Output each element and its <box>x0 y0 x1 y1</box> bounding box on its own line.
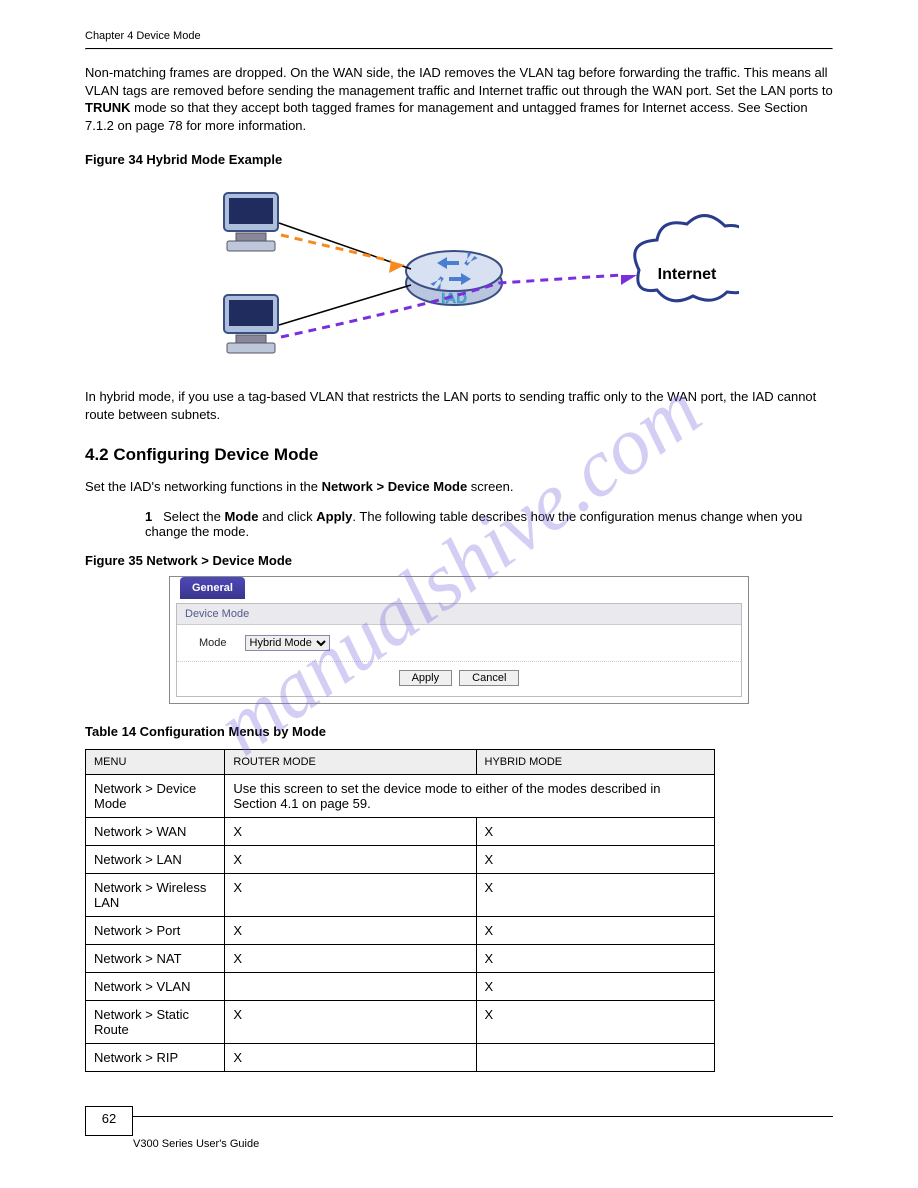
cell-menu: Network > Port <box>86 916 225 944</box>
tab-row: General <box>170 577 748 603</box>
section-4-2-heading: 4.2 Configuring Device Mode <box>85 445 833 465</box>
step-1-bold-apply: Apply <box>316 509 352 524</box>
cell-menu: Network > LAN <box>86 845 225 873</box>
th-menu: MENU <box>86 749 225 774</box>
cell-router: X <box>225 845 476 873</box>
intro-text-c: for more information. <box>183 118 307 133</box>
figure-34-caption: Figure 34 Hybrid Mode Example <box>85 152 833 167</box>
table-row: Network > Port X X <box>86 916 715 944</box>
section-intro-b: screen. <box>467 479 513 494</box>
step-1-bold-mode: Mode <box>225 509 259 524</box>
header-rule <box>85 48 833 50</box>
apply-button[interactable]: Apply <box>399 670 453 686</box>
table-row: Network > LAN X X <box>86 845 715 873</box>
panel-header: Device Mode <box>177 604 741 625</box>
cell-menu: Network > Device Mode <box>86 774 225 817</box>
intro-text-a: Non-matching frames are dropped. On the … <box>85 65 833 98</box>
intro-text-b: mode so that they accept both tagged fra… <box>131 100 765 115</box>
internet-cloud-icon: Internet <box>635 216 739 301</box>
mode-form-row: Mode Hybrid Mode <box>177 625 741 662</box>
table-row: Network > Static Route X X <box>86 1000 715 1043</box>
mode-select[interactable]: Hybrid Mode <box>245 635 330 651</box>
th-hybrid: HYBRID MODE <box>476 749 714 774</box>
cell-menu: Network > RIP <box>86 1043 225 1071</box>
cell-router: X <box>225 944 476 972</box>
device-mode-screenshot: General Device Mode Mode Hybrid Mode App… <box>169 576 749 704</box>
cancel-button[interactable]: Cancel <box>459 670 519 686</box>
cell-menu: Network > Static Route <box>86 1000 225 1043</box>
footer: 62 <box>85 1106 833 1136</box>
tab-general[interactable]: General <box>180 577 245 599</box>
wire-bottom <box>279 285 411 325</box>
footer-text: V300 Series User's Guide <box>133 1138 833 1150</box>
step-1-row: 1 Select the Mode and click Apply. The f… <box>145 509 833 539</box>
pc-top-icon <box>224 193 278 251</box>
internet-label: Internet <box>658 266 717 283</box>
arrow-orange <box>281 235 405 273</box>
cell-router <box>225 972 476 1000</box>
step-1-text-a: Select the <box>163 509 224 524</box>
table-row: Network > Wireless LAN X X <box>86 873 715 916</box>
table-row: Network > VLAN X <box>86 972 715 1000</box>
step-1-text-b: and click <box>258 509 316 524</box>
cell-hybrid: X <box>476 916 714 944</box>
router-icon: IAD <box>406 251 502 307</box>
cell-hybrid: X <box>476 944 714 972</box>
section-intro-bold: Network > Device Mode <box>322 479 468 494</box>
table-row: Network > RIP X <box>86 1043 715 1071</box>
cell-hybrid: X <box>476 817 714 845</box>
th-router: ROUTER MODE <box>225 749 476 774</box>
section-intro: Set the IAD's networking functions in th… <box>85 478 833 496</box>
cell-router: X <box>225 1000 476 1043</box>
mode-label: Mode <box>199 637 227 649</box>
table-row: Network > WAN X X <box>86 817 715 845</box>
cell-hybrid: X <box>476 873 714 916</box>
cell-router: X <box>225 916 476 944</box>
figure-34-diagram: IAD Internet <box>179 175 739 375</box>
cell-router: X <box>225 873 476 916</box>
table-row: Network > NAT X X <box>86 944 715 972</box>
figure-35-caption: Figure 35 Network > Device Mode <box>85 553 833 568</box>
cell-router-desc: Use this screen to set the device mode t… <box>225 774 715 817</box>
cell-menu: Network > Wireless LAN <box>86 873 225 916</box>
watermark-text: manualshive.com <box>200 362 718 774</box>
chapter-header: Chapter 4 Device Mode <box>85 30 833 42</box>
mode-table: MENU ROUTER MODE HYBRID MODE Network > D… <box>85 749 715 1072</box>
cell-menu: Network > NAT <box>86 944 225 972</box>
pc-bottom-icon <box>224 295 278 353</box>
page-number: 62 <box>85 1106 133 1136</box>
cell-hybrid: X <box>476 972 714 1000</box>
step-1-number: 1 <box>145 509 152 524</box>
cell-hybrid <box>476 1043 714 1071</box>
table-14-caption: Table 14 Configuration Menus by Mode <box>85 724 833 739</box>
section-intro-a: Set the IAD's networking functions in th… <box>85 479 322 494</box>
cell-hybrid: X <box>476 1000 714 1043</box>
intro-bold-trunk: TRUNK <box>85 100 131 115</box>
cell-menu: Network > VLAN <box>86 972 225 1000</box>
cell-hybrid: X <box>476 845 714 873</box>
intro-paragraph: Non-matching frames are dropped. On the … <box>85 64 833 134</box>
cell-router: X <box>225 1043 476 1071</box>
table-row: Network > Device Mode Use this screen to… <box>86 774 715 817</box>
cell-menu: Network > WAN <box>86 817 225 845</box>
cell-router: X <box>225 817 476 845</box>
hybrid-mode-note: In hybrid mode, if you use a tag-based V… <box>85 388 833 423</box>
